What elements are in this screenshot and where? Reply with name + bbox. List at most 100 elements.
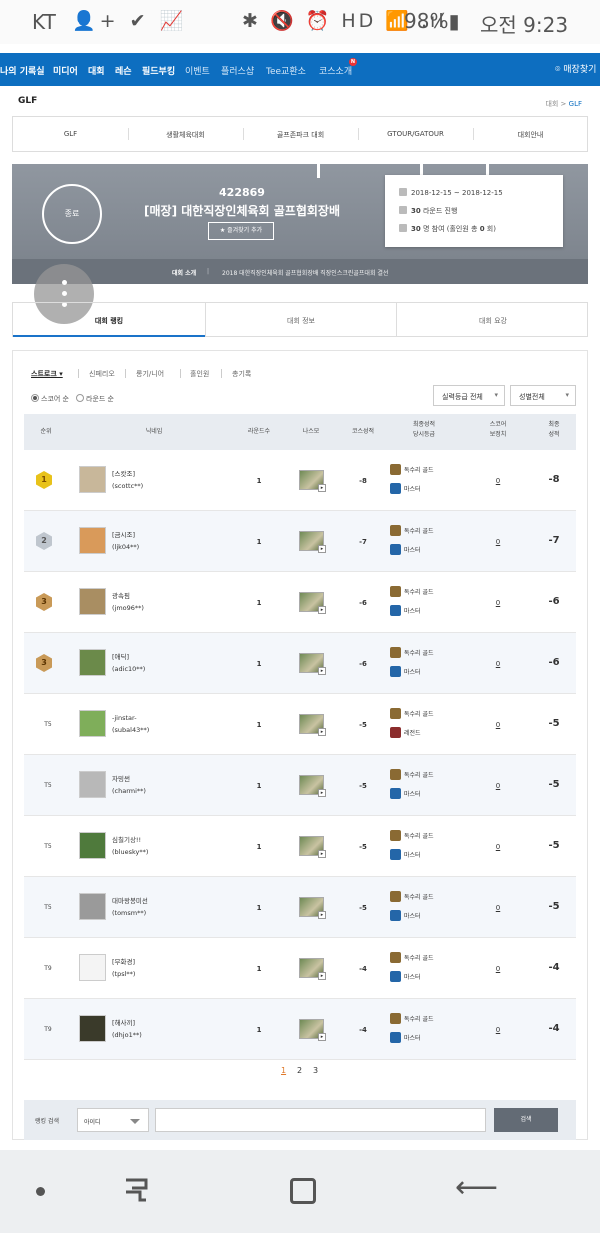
breadcrumb-bar: GLF 대회 > GLF (0, 88, 600, 116)
nav-item-tee-exchange[interactable]: Tee교환소 (266, 64, 306, 77)
score-adjustment-link[interactable]: 0 (492, 904, 504, 912)
nav-item-plus-shop[interactable]: 플러스샵 (221, 64, 254, 77)
add-favorite-button[interactable]: ★ 즐겨찾기 추가 (208, 222, 274, 240)
course-score: -5 (359, 782, 367, 790)
score-adjustment-link[interactable]: 0 (492, 660, 504, 668)
nav-item-field-booking[interactable]: 필드부킹 (142, 64, 175, 77)
filter-hole-in-one[interactable]: 홀인원 (190, 369, 209, 379)
avatar[interactable] (79, 527, 106, 554)
player-nickname[interactable]: 심칠기상!! (bluesky**) (112, 834, 148, 858)
nasmo-thumbnail[interactable]: ▸ (299, 897, 326, 919)
course-score: -6 (359, 599, 367, 607)
score-adjustment-link[interactable]: 0 (492, 721, 504, 729)
nav-item-course-intro[interactable]: 코스소개 (319, 64, 352, 77)
clock: 오전 9:23 (480, 13, 569, 37)
avatar[interactable] (79, 588, 106, 615)
nasmo-thumbnail[interactable]: ▸ (299, 1019, 326, 1041)
avatar[interactable] (79, 954, 106, 981)
avatar[interactable] (79, 466, 106, 493)
avatar[interactable] (79, 710, 106, 737)
nav-item-lesson[interactable]: 레슨 (115, 64, 132, 77)
score-adjustment-link[interactable]: 0 (492, 782, 504, 790)
score-adjustment-link[interactable]: 0 (492, 965, 504, 973)
final-grade: 독수리 골드 (404, 528, 434, 535)
home-icon[interactable] (290, 1178, 316, 1204)
grade-at-time: 레전드 (404, 730, 421, 737)
final-grade: 독수리 골드 (404, 894, 434, 901)
nasmo-thumbnail[interactable]: ▸ (299, 531, 326, 553)
search-input[interactable] (155, 1108, 486, 1132)
avatar[interactable] (79, 771, 106, 798)
players-text: 명 참여 (홀인원 총 (420, 225, 480, 233)
filter-longest-nearest[interactable]: 롱기/니어 (136, 369, 164, 379)
nasmo-thumbnail[interactable]: ▸ (299, 592, 326, 614)
filter-total-record[interactable]: 총기록 (232, 369, 251, 379)
filter-stroke[interactable]: 스트로크 ▾ (31, 369, 63, 379)
avatar[interactable] (79, 832, 106, 859)
round-count: 1 (256, 1026, 262, 1034)
category-guide[interactable]: 대회안내 (473, 130, 588, 140)
ranking-search-bar: 랭킹 검색 아이디 검색 (24, 1100, 576, 1140)
category-life-sports[interactable]: 생활체육대회 (128, 130, 243, 140)
filter-new-perio[interactable]: 신페리오 (89, 369, 115, 379)
player-nickname[interactable]: 대마왕봉미선 (tomsm**) (112, 895, 148, 919)
player-nickname[interactable]: 자밍썬 (charmi**) (112, 773, 146, 797)
nav-item-competition[interactable]: 대회 (88, 64, 105, 77)
user-id-text: (dhjo1**) (112, 1031, 142, 1039)
nasmo-thumbnail[interactable]: ▸ (299, 714, 326, 736)
nav-item-my-records[interactable]: 나의 기록실 (0, 64, 45, 77)
nasmo-thumbnail[interactable]: ▸ (299, 653, 326, 675)
breadcrumb-parent[interactable]: 대회 > (545, 100, 568, 108)
nav-item-event[interactable]: 이벤트 (185, 64, 210, 77)
category-glf[interactable]: GLF (13, 130, 128, 138)
col-course-score: 코스성적 (351, 428, 375, 435)
player-nickname[interactable]: 광속핌 (jmo96**) (112, 590, 144, 614)
nickname-text: 대마왕봉미선 (112, 897, 148, 905)
avatar[interactable] (79, 649, 106, 676)
player-nickname[interactable]: [무화경] (tpsl**) (112, 956, 135, 980)
score-adjustment-link[interactable]: 0 (492, 843, 504, 851)
category-golfzon-park[interactable]: 골프존파크 대회 (243, 130, 358, 140)
store-locator-link[interactable]: ⌾ 매장찾기 (555, 62, 596, 75)
player-nickname[interactable]: [금시조] (ljk04**) (112, 529, 139, 553)
final-score: -6 (548, 657, 560, 668)
info-period: 2018-12-15 ~ 2018-12-15 (399, 188, 503, 197)
nasmo-thumbnail[interactable]: ▸ (299, 775, 326, 797)
tab-ranking[interactable]: 대회 랭킹 (13, 316, 205, 326)
divider (78, 369, 79, 378)
page-1-link[interactable]: 1 (281, 1066, 286, 1075)
player-nickname[interactable]: [스캇조] (scottc**) (112, 468, 143, 492)
player-nickname[interactable]: [해사끼] (dhjo1**) (112, 1017, 142, 1041)
nasmo-thumbnail[interactable]: ▸ (299, 836, 326, 858)
nasmo-thumbnail[interactable]: ▸ (299, 470, 326, 492)
notification-icons: 👤+ ✔ 📈 (72, 10, 188, 32)
score-adjustment-link[interactable]: 0 (492, 1026, 504, 1034)
nasmo-thumbnail[interactable]: ▸ (299, 958, 326, 980)
category-gtour[interactable]: GTOUR/GATOUR (358, 130, 473, 138)
radio-round-order[interactable]: 라운드 순 (76, 394, 114, 404)
tab-info[interactable]: 대회 정보 (205, 316, 397, 326)
grade-filter-select[interactable]: 실력등급 전체 (433, 385, 505, 406)
search-type-select[interactable]: 아이디 (77, 1108, 149, 1132)
rank-number: 1 (41, 475, 47, 484)
back-icon[interactable]: ⟵ (455, 1172, 498, 1204)
score-adjustment-link[interactable]: 0 (492, 599, 504, 607)
tab-rules[interactable]: 대회 요강 (397, 316, 589, 326)
avatar[interactable] (79, 893, 106, 920)
gender-filter-select[interactable]: 성별전체 (510, 385, 576, 406)
player-nickname[interactable]: [애딕] (adic10**) (112, 651, 145, 675)
score-adjustment-link[interactable]: 0 (492, 477, 504, 485)
dot-icon[interactable] (36, 1187, 45, 1196)
page-2-link[interactable]: 2 (297, 1066, 302, 1075)
active-tab-indicator (13, 335, 205, 337)
avatar[interactable] (79, 1015, 106, 1042)
rank-number: T5 (44, 843, 52, 850)
nav-item-media[interactable]: 미디어 (53, 64, 78, 77)
page-3-link[interactable]: 3 (313, 1066, 318, 1075)
radio-score-order[interactable]: 스코어 순 (31, 394, 69, 404)
score-adjustment-link[interactable]: 0 (492, 538, 504, 546)
rank-medal-icon: 3 (36, 654, 52, 672)
recent-apps-icon[interactable] (122, 1174, 150, 1206)
player-nickname[interactable]: -jinstar- (subal43**) (112, 712, 149, 736)
search-button[interactable]: 검색 (494, 1108, 558, 1132)
